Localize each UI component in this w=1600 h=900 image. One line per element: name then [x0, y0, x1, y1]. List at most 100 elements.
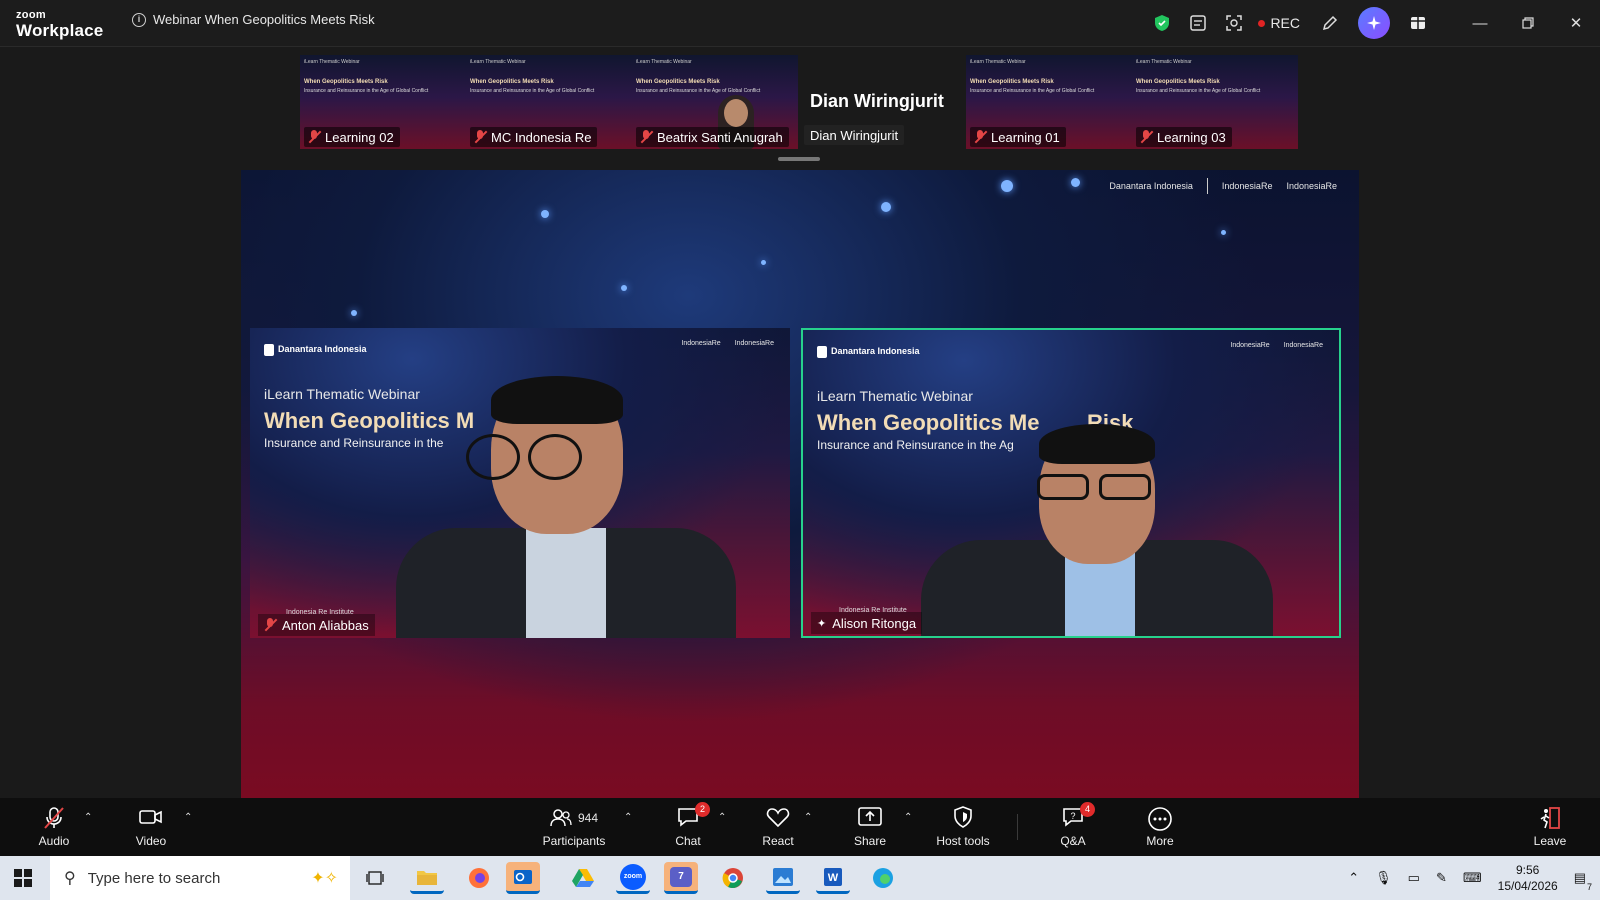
focus-icon[interactable] [1216, 5, 1252, 41]
slide-head: iLearn Thematic Webinar [817, 388, 973, 404]
meeting-toolbar: Audio ⌃ Video ⌃ 944 Participants ⌃ 2 Cha… [0, 798, 1600, 856]
windows-start-icon[interactable] [14, 869, 32, 887]
annotate-pencil-icon[interactable] [1312, 5, 1348, 41]
keyboard-icon[interactable]: ⌨ [1463, 870, 1482, 886]
system-tray: ⌃ 🎙 ▭ ✎ ⌨ 9:56 15/04/2026 ▤ 7 [1348, 856, 1600, 900]
background-star [881, 202, 891, 212]
tile-logos-right: IndonesiaRe IndonesiaRe [1230, 342, 1323, 349]
photos-icon[interactable] [766, 862, 800, 894]
taskbar-clock[interactable]: 9:56 15/04/2026 [1498, 862, 1558, 894]
minimize-button[interactable]: — [1456, 0, 1504, 46]
mic-muted-icon [1140, 130, 1154, 144]
chrome-icon[interactable] [716, 862, 750, 894]
video-thumbnail[interactable]: iLearn Thematic Webinar When Geopolitics… [300, 55, 466, 149]
participants-icon [550, 809, 572, 827]
chat-button[interactable]: 2 Chat [668, 798, 710, 856]
host-shield-icon [953, 806, 973, 830]
restore-button[interactable] [1504, 0, 1552, 46]
video-options-chevron-icon[interactable]: ⌃ [184, 812, 192, 823]
danantara-logo: Danantara Indonesia [817, 346, 920, 358]
edge-icon[interactable] [866, 862, 900, 894]
file-explorer-icon[interactable] [410, 862, 444, 894]
shield-icon[interactable] [1144, 5, 1180, 41]
thumbnail-name-label: MC Indonesia Re [470, 127, 598, 147]
share-button[interactable]: Share [850, 798, 890, 856]
leave-button[interactable]: Leave [1530, 798, 1570, 856]
outlook-icon[interactable] [506, 862, 540, 894]
background-star [541, 210, 549, 218]
more-icon [1147, 806, 1173, 831]
mic-muted-icon [974, 130, 988, 144]
host-tools-button[interactable]: Host tools [934, 798, 992, 856]
participant-name-label: Anton Aliabbas [258, 614, 375, 636]
mic-muted-icon [264, 618, 278, 632]
mini-slide-subtitle: Insurance and Reinsurance in the Age of … [636, 88, 761, 94]
sparkle-icon: ✦✧ [311, 870, 338, 887]
more-button[interactable]: More [1140, 798, 1180, 856]
pin-icon: ✦ [817, 617, 827, 630]
thumbnail-name-label: Learning 01 [970, 127, 1066, 147]
taskbar-search[interactable]: ⚲ Type here to search ✦✧ [50, 856, 350, 900]
share-screen-icon [857, 806, 883, 830]
react-options-chevron-icon[interactable]: ⌃ [804, 812, 812, 823]
mini-slide-subtitle: Insurance and Reinsurance in the Age of … [304, 88, 429, 94]
tray-chevron-icon[interactable]: ⌃ [1348, 870, 1359, 886]
audio-options-chevron-icon[interactable]: ⌃ [84, 812, 92, 823]
captions-icon[interactable] [1180, 5, 1216, 41]
video-thumbnail[interactable]: iLearn Thematic Webinar When Geopolitics… [1132, 55, 1298, 149]
danantara-logo: Danantara Indonesia [1109, 181, 1193, 191]
microphone-icon[interactable]: 🎙 [1375, 870, 1392, 886]
react-button[interactable]: React [756, 798, 800, 856]
heart-icon [766, 806, 790, 830]
participant-name-label: ✦ Alison Ritonga [811, 612, 923, 634]
title-bar: zoom Workplace i Webinar When Geopolitic… [0, 0, 1600, 47]
video-thumbnail[interactable]: iLearn Thematic Webinar When Geopolitics… [632, 55, 798, 149]
audio-button[interactable]: Audio [34, 798, 74, 856]
background-star [351, 310, 357, 316]
search-placeholder: Type here to search [87, 869, 221, 887]
close-button[interactable]: ✕ [1552, 0, 1600, 46]
video-button[interactable]: Video [130, 798, 172, 856]
mini-slide-subtitle: Insurance and Reinsurance in the Age of … [1136, 88, 1261, 94]
task-view-icon[interactable] [358, 862, 392, 894]
thumbnail-name-label: Learning 03 [1136, 127, 1232, 147]
thumbnail-name-label: Dian Wiringjurit [804, 125, 905, 145]
word-icon[interactable]: W [816, 862, 850, 894]
meeting-info[interactable]: i Webinar When Geopolitics Meets Risk [132, 12, 375, 27]
info-icon[interactable]: i [132, 12, 146, 27]
apps-icon[interactable] [1400, 5, 1436, 41]
thumbnail-strip-handle[interactable] [778, 157, 820, 161]
logo-separator [1206, 178, 1208, 194]
danantara-logo: Danantara Indonesia [264, 344, 367, 356]
sparkle-icon [1367, 16, 1381, 30]
ai-companion-button[interactable] [1358, 7, 1390, 39]
notification-icon[interactable]: ▤ 7 [1574, 870, 1592, 892]
share-options-chevron-icon[interactable]: ⌃ [904, 812, 912, 823]
mini-slide-title: When Geopolitics Meets Risk [1136, 79, 1220, 85]
teams-icon[interactable]: 7 [664, 862, 698, 894]
chat-options-chevron-icon[interactable]: ⌃ [718, 812, 726, 823]
recording-indicator[interactable]: REC [1258, 15, 1300, 31]
firefox-icon[interactable] [462, 862, 496, 894]
participants-options-chevron-icon[interactable]: ⌃ [624, 812, 632, 823]
mini-slide-head: iLearn Thematic Webinar [970, 59, 1026, 65]
mini-slide-title: When Geopolitics Meets Risk [470, 79, 554, 85]
display-icon[interactable]: ▭ [1408, 870, 1420, 886]
pen-icon[interactable]: ✎ [1436, 870, 1447, 886]
leave-door-icon [1538, 806, 1562, 830]
qa-button[interactable]: ? 4 Q&A [1054, 798, 1095, 856]
indonesiare-logo: IndonesiaRe [1221, 181, 1273, 191]
video-thumbnail[interactable]: iLearn Thematic Webinar When Geopolitics… [466, 55, 632, 149]
danantara-mark-icon [264, 344, 274, 356]
active-speaker-tile[interactable]: Danantara Indonesia IndonesiaRe Indonesia… [801, 328, 1341, 638]
chat-badge: 2 [695, 802, 710, 817]
zoom-taskbar-icon[interactable]: zoom [616, 862, 650, 894]
participants-button[interactable]: 944 Participants [536, 798, 612, 856]
video-thumbnail-off[interactable]: Dian Wiringjurit Dian Wiringjurit [798, 55, 964, 149]
chat-icon: 2 [676, 802, 710, 830]
video-thumbnail[interactable]: iLearn Thematic Webinar When Geopolitics… [966, 55, 1132, 149]
google-drive-icon[interactable] [566, 862, 600, 894]
video-tile[interactable]: Danantara Indonesia IndonesiaRe Indonesia… [250, 328, 790, 638]
mini-slide-head: iLearn Thematic Webinar [470, 59, 526, 65]
mini-slide-title: When Geopolitics Meets Risk [970, 79, 1054, 85]
